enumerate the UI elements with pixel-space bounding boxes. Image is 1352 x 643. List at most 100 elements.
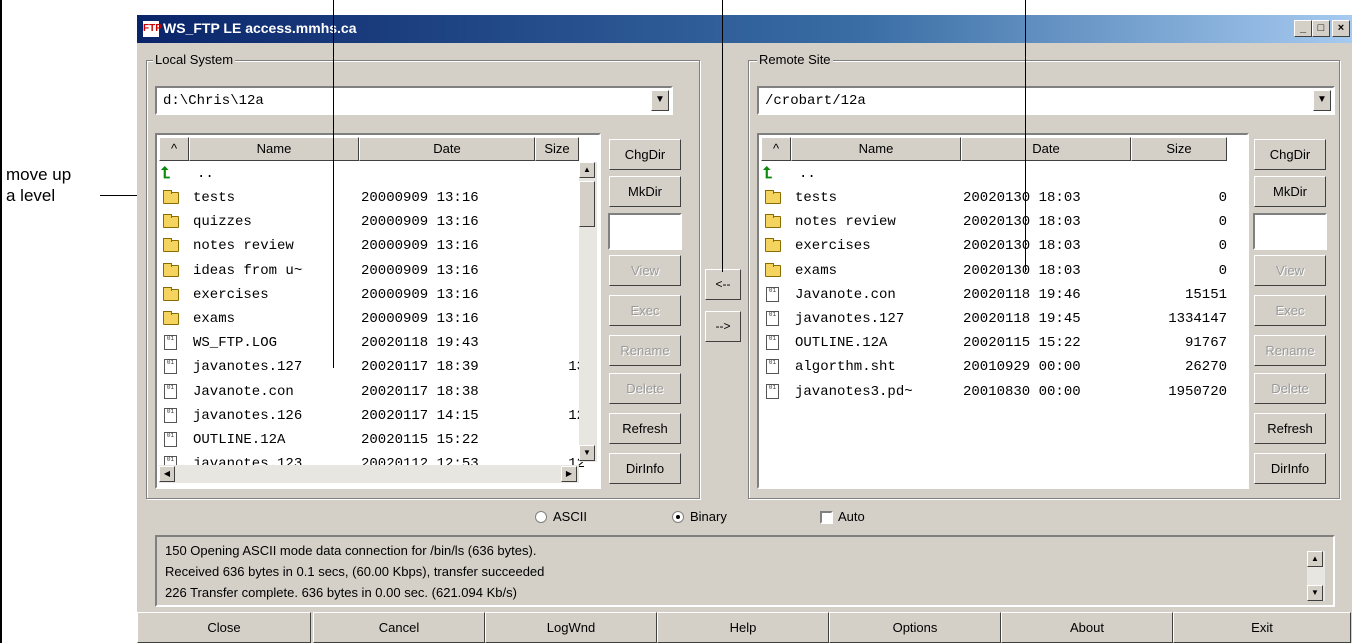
local-size-header[interactable]: Size xyxy=(535,137,579,161)
local-file-row[interactable]: tests 20000909 13:16 xyxy=(161,186,581,210)
close-button[interactable]: Close xyxy=(137,612,311,643)
remote-site-legend: Remote Site xyxy=(757,52,833,67)
close-window-button[interactable]: × xyxy=(1332,20,1350,37)
remote-chgdir-button[interactable]: ChgDir xyxy=(1254,139,1326,170)
local-refresh-button[interactable]: Refresh xyxy=(609,413,681,444)
local-row-name: exercises xyxy=(193,286,269,303)
folder-icon xyxy=(765,262,781,277)
local-hscroll[interactable] xyxy=(159,465,579,483)
annotation-line-1: move up xyxy=(6,165,72,184)
remote-file-row[interactable]: exams 20020130 18:03 0 xyxy=(763,259,1233,283)
remote-file-row[interactable]: exercises 20020130 18:03 0 xyxy=(763,234,1233,258)
remote-file-row[interactable]: 01 javanotes3.pd~ 20010830 00:00 1950720 xyxy=(763,380,1233,404)
ascii-radio[interactable] xyxy=(535,511,547,523)
title-bar[interactable]: FTP WS_FTP LE access.mmhs.ca _ □ × xyxy=(137,15,1352,43)
local-path-combo[interactable]: d:\Chris\12a ▼ xyxy=(155,86,673,115)
remote-refresh-button[interactable]: Refresh xyxy=(1254,413,1326,444)
local-file-row[interactable]: 01 javanotes.126 20020117 14:15 12 xyxy=(161,404,585,428)
remote-date-header[interactable]: Date xyxy=(961,137,1131,161)
local-file-row[interactable]: exercises 20000909 13:16 xyxy=(161,283,581,307)
remote-sort-header[interactable]: ^ xyxy=(761,137,791,161)
remote-size-header[interactable]: Size xyxy=(1131,137,1227,161)
auto-checkbox[interactable] xyxy=(820,511,833,524)
remote-row-name: javanotes.127 xyxy=(795,311,905,327)
local-vscroll-down-icon[interactable]: ▼ xyxy=(579,445,595,461)
remote-row-name: algorthm.sht xyxy=(795,359,896,376)
local-file-row[interactable]: 01 WS_FTP.LOG 20020118 19:43 xyxy=(161,331,581,355)
remote-dir-name-input[interactable] xyxy=(1253,213,1327,250)
local-path-dropdown-icon[interactable]: ▼ xyxy=(651,90,669,111)
local-view-button[interactable]: View xyxy=(609,255,681,286)
folder-icon xyxy=(765,190,781,204)
local-parent-row[interactable]: ⮤ .. xyxy=(161,162,573,186)
local-file-row[interactable]: ideas from u~ 20000909 13:16 xyxy=(161,259,581,283)
remote-row-name: notes review xyxy=(795,214,896,231)
local-row-date: 20000909 13:16 xyxy=(361,190,479,206)
remote-delete-button[interactable]: Delete xyxy=(1254,373,1326,404)
local-mkdir-button[interactable]: MkDir xyxy=(609,176,681,207)
remote-file-row[interactable]: 01 Javanote.con 20020118 19:46 15151 xyxy=(763,283,1233,307)
remote-file-row[interactable]: 01 algorthm.sht 20010929 00:00 26270 xyxy=(763,355,1233,379)
about-button[interactable]: About xyxy=(1001,612,1173,643)
local-chgdir-button[interactable]: ChgDir xyxy=(609,139,681,170)
local-vscroll-thumb[interactable] xyxy=(579,181,595,227)
local-file-row[interactable]: quizzes 20000909 13:16 xyxy=(161,210,581,234)
remote-rename-button[interactable]: Rename xyxy=(1254,335,1326,366)
remote-row-name: javanotes3.pd~ xyxy=(795,383,913,400)
remote-exec-button[interactable]: Exec xyxy=(1254,295,1326,326)
folder-icon xyxy=(163,190,179,204)
local-rename-button[interactable]: Rename xyxy=(609,335,681,366)
remote-row-name: exercises xyxy=(795,238,871,255)
remote-file-row[interactable]: notes review 20020130 18:03 0 xyxy=(763,210,1233,234)
remote-file-row[interactable]: tests 20020130 18:03 0 xyxy=(763,186,1233,210)
local-exec-button[interactable]: Exec xyxy=(609,295,681,326)
remote-file-row[interactable]: 01 javanotes.127 20020118 19:45 1334147 xyxy=(763,307,1233,331)
log-scroll-down-icon[interactable]: ▼ xyxy=(1307,585,1323,601)
local-file-row[interactable]: 01 javanotes.127 20020117 18:39 13 xyxy=(161,355,585,379)
local-delete-button[interactable]: Delete xyxy=(609,373,681,404)
local-dirinfo-button[interactable]: DirInfo xyxy=(609,453,681,484)
local-dir-name-input[interactable] xyxy=(608,213,682,250)
download-button[interactable]: <-- xyxy=(705,269,741,300)
remote-dirinfo-button[interactable]: DirInfo xyxy=(1254,453,1326,484)
folder-icon xyxy=(163,311,179,325)
options-button[interactable]: Options xyxy=(829,612,1001,643)
exit-button[interactable]: Exit xyxy=(1173,612,1351,643)
remote-path-combo[interactable]: /crobart/12a ▼ xyxy=(757,86,1335,115)
local-date-header[interactable]: Date xyxy=(359,137,535,161)
local-sort-header[interactable]: ^ xyxy=(159,137,189,161)
local-row-date: 20020117 18:38 xyxy=(361,383,479,400)
ws-ftp-window: FTP WS_FTP LE access.mmhs.ca _ □ × Local… xyxy=(137,15,1352,643)
parent-dir: .. xyxy=(799,166,816,182)
local-path-value: d:\Chris\12a xyxy=(163,93,264,109)
remote-row-size: 1950720 xyxy=(1168,383,1227,400)
binary-radio[interactable] xyxy=(672,511,684,523)
cancel-button[interactable]: Cancel xyxy=(313,612,485,643)
remote-row-date: 20020115 15:22 xyxy=(963,335,1081,352)
maximize-button[interactable]: □ xyxy=(1312,20,1330,37)
log-scroll-up-icon[interactable]: ▲ xyxy=(1307,551,1323,567)
help-button[interactable]: Help xyxy=(657,612,829,643)
remote-parent-row[interactable]: ⮤ .. xyxy=(763,162,1233,186)
remote-row-size: 0 xyxy=(1218,262,1227,279)
remote-path-dropdown-icon[interactable]: ▼ xyxy=(1313,90,1331,111)
local-file-row[interactable]: exams 20000909 13:16 xyxy=(161,307,581,331)
remote-view-button[interactable]: View xyxy=(1254,255,1326,286)
log-panel: 150 Opening ASCII mode data connection f… xyxy=(155,535,1335,607)
remote-mkdir-button[interactable]: MkDir xyxy=(1254,176,1326,207)
file-icon: 01 xyxy=(766,311,779,326)
remote-row-name: exams xyxy=(795,262,838,279)
local-file-row[interactable]: 01 Javanote.con 20020117 18:38 xyxy=(161,380,581,404)
local-file-row[interactable]: notes review 20000909 13:16 xyxy=(161,234,581,258)
upload-button[interactable]: --> xyxy=(705,311,741,342)
local-hscroll-left-icon[interactable]: ◀ xyxy=(159,466,175,482)
local-hscroll-right-icon[interactable]: ▶ xyxy=(561,466,577,482)
local-file-row[interactable]: 01 OUTLINE.12A 20020115 15:22 xyxy=(161,428,581,452)
remote-name-header[interactable]: Name xyxy=(791,137,961,161)
logwnd-button[interactable]: LogWnd xyxy=(485,612,657,643)
local-row-name: exams xyxy=(193,311,236,327)
local-vscroll-up-icon[interactable]: ▲ xyxy=(579,162,595,178)
remote-file-row[interactable]: 01 OUTLINE.12A 20020115 15:22 91767 xyxy=(763,331,1233,355)
minimize-button[interactable]: _ xyxy=(1294,20,1312,37)
remote-row-name: Javanote.con xyxy=(795,286,896,303)
